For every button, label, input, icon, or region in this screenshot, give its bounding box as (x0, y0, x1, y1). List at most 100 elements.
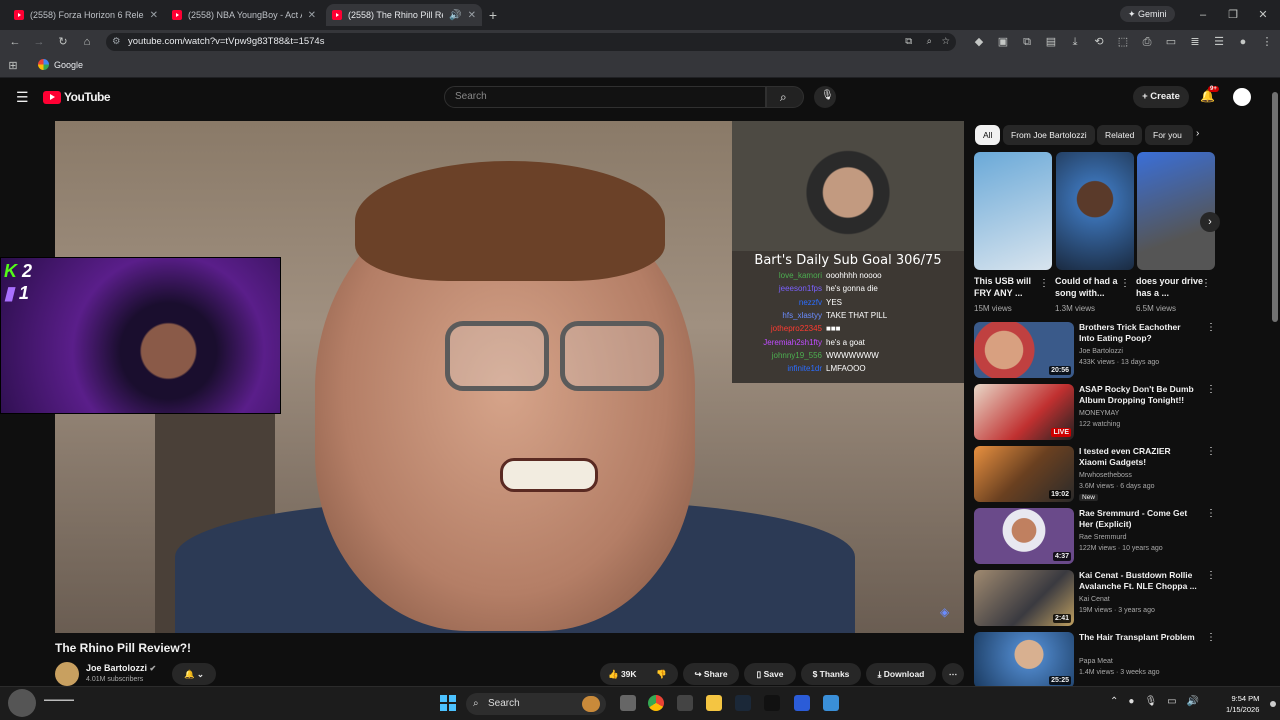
short-title[interactable]: Could of had a song with... (1055, 275, 1125, 299)
address-bar[interactable]: ⚙ youtube.com/watch?v=tVpw9g83T88&t=1574… (106, 33, 956, 51)
chip-from-channel[interactable]: From Joe Bartolozzi (1003, 125, 1095, 145)
short-thumbnail[interactable] (1056, 152, 1134, 270)
chevron-right-icon[interactable]: › (1196, 128, 1199, 139)
tab-search-icon[interactable]: ▤ (1042, 33, 1060, 51)
zoom-icon[interactable]: ⌕ (927, 33, 932, 51)
back-icon[interactable]: ← (6, 33, 24, 51)
close-icon[interactable]: ✕ (468, 10, 476, 21)
steam-icon[interactable] (735, 695, 751, 711)
rec-channel[interactable]: Mrwhosetheboss (1079, 470, 1199, 481)
more-vertical-icon[interactable]: ⋮ (1206, 384, 1216, 395)
browser-tab[interactable]: (2558) NBA YoungBoy - Act A D ✕ (166, 4, 322, 26)
microphone-icon[interactable]: 🎙 (1144, 696, 1157, 707)
print-icon[interactable]: ⎙ (1138, 33, 1156, 51)
chrome-icon[interactable] (648, 695, 664, 711)
browser-tab-active[interactable]: (2558) The Rhino Pill Review 🔊 ✕ (326, 4, 482, 26)
taskbar-search[interactable]: ⌕ Search (466, 693, 606, 715)
speaker-icon[interactable]: 🔊 (449, 10, 461, 21)
more-actions-button[interactable]: ⋯ (942, 663, 964, 685)
more-vertical-icon[interactable]: ⋮ (1206, 322, 1216, 333)
rec-thumbnail[interactable]: 20:56 (974, 322, 1074, 378)
close-icon[interactable]: ✕ (150, 10, 158, 21)
channel-avatar[interactable] (55, 662, 79, 686)
app-icon[interactable] (794, 695, 810, 711)
tray-app-icon[interactable]: ● (1128, 696, 1134, 707)
subscribed-bell-button[interactable]: 🔔 ⌄ (172, 663, 216, 685)
short-title[interactable]: does your drive has a ... (1136, 275, 1206, 299)
rec-channel[interactable]: Papa Meat (1079, 656, 1199, 667)
extension-icon[interactable]: ▣ (994, 33, 1012, 51)
reload-icon[interactable]: ↻ (54, 33, 72, 51)
rec-channel[interactable]: Rae Sremmurd (1079, 532, 1199, 543)
task-view-icon[interactable] (620, 695, 636, 711)
site-info-icon[interactable]: ⚙ (112, 33, 121, 51)
dislike-icon[interactable]: 👎 (656, 663, 667, 685)
window-close-icon[interactable]: ✕ (1254, 6, 1272, 24)
gemini-button[interactable]: ✦ Gemini (1120, 6, 1175, 22)
save-button[interactable]: ▯ Save (744, 663, 796, 685)
hamburger-menu-icon[interactable]: ☰ (16, 89, 29, 106)
search-button[interactable]: ⌕ (766, 86, 804, 108)
profile-avatar-icon[interactable]: ● (1234, 33, 1252, 51)
home-icon[interactable]: ⌂ (78, 33, 96, 51)
chip-related[interactable]: Related (1097, 125, 1143, 145)
chip-all[interactable]: All (975, 125, 1001, 145)
rec-title[interactable]: Kai Cenat - Bustdown Rollie Avalanche Ft… (1079, 570, 1197, 592)
apps-grid-icon[interactable]: ⊞ (4, 57, 22, 75)
search-input[interactable]: Search (444, 86, 766, 108)
rec-thumbnail[interactable]: 2:41 (974, 570, 1074, 626)
voice-search-button[interactable]: 🎙 (814, 86, 836, 108)
rec-thumbnail[interactable]: LIVE (974, 384, 1074, 440)
thanks-button[interactable]: $ Thanks (801, 663, 861, 685)
rec-title[interactable]: I tested even CRAZIER Xiaomi Gadgets! (1079, 446, 1197, 468)
account-avatar[interactable] (1233, 88, 1251, 106)
file-explorer-icon[interactable] (706, 695, 722, 711)
rec-title[interactable]: Brothers Trick Eachother Into Eating Poo… (1079, 322, 1197, 344)
rec-channel[interactable]: Kai Cenat (1079, 594, 1199, 605)
extensions-puzzle-icon[interactable]: ⧉ (1018, 33, 1036, 51)
widgets-icon[interactable] (8, 689, 36, 717)
more-vertical-icon[interactable]: ⋮ (1206, 446, 1216, 457)
rec-thumbnail[interactable]: 4:37 (974, 508, 1074, 564)
more-vertical-icon[interactable]: ⋮ (1206, 508, 1216, 519)
minimize-icon[interactable]: – (1194, 6, 1212, 24)
more-vertical-icon[interactable]: ⋮ (1201, 278, 1211, 289)
rec-title[interactable]: ASAP Rocky Don't Be Dumb Album Dropping … (1079, 384, 1197, 406)
short-thumbnail[interactable] (1137, 152, 1215, 270)
maximize-icon[interactable]: ❐ (1224, 6, 1242, 24)
share-button[interactable]: ↪ Share (683, 663, 739, 685)
close-icon[interactable]: ✕ (308, 10, 316, 21)
more-vertical-icon[interactable]: ⋮ (1120, 278, 1130, 289)
system-clock[interactable]: 9:54 PM 1/15/2026 (1226, 693, 1259, 715)
rec-channel[interactable]: MONEYMAY (1079, 408, 1199, 419)
extension-icon[interactable]: ◆ (970, 33, 988, 51)
layers-icon[interactable]: ≣ (1186, 33, 1204, 51)
rec-title[interactable]: Rae Sremmurd - Come Get Her (Explicit) (1079, 508, 1197, 530)
windows-start-icon[interactable] (440, 695, 456, 711)
more-vertical-icon[interactable]: ⋮ (1039, 278, 1049, 289)
chevron-up-icon[interactable]: ⌃ (1110, 696, 1118, 707)
channel-name-link[interactable]: Joe Bartolozzi ✔ (86, 663, 156, 673)
menu-dots-icon[interactable]: ⋮ (1258, 33, 1276, 51)
more-vertical-icon[interactable]: ⋮ (1206, 632, 1216, 643)
youtube-logo[interactable]: YouTube (43, 90, 111, 104)
bookmark-google[interactable]: Google (38, 59, 83, 70)
page-scrollbar[interactable] (1272, 92, 1278, 322)
new-tab-button[interactable]: + (484, 6, 502, 24)
short-thumbnail[interactable] (974, 152, 1052, 270)
browser-tab[interactable]: (2558) Forza Horizon 6 Release ✕ (8, 4, 164, 26)
download-button[interactable]: ⤓ Download (866, 663, 936, 685)
reading-list-icon[interactable]: ☰ (1210, 33, 1228, 51)
downloads-icon[interactable]: ⤓ (1066, 33, 1084, 51)
shorts-next-button[interactable]: › (1200, 212, 1220, 232)
rec-thumbnail[interactable]: 19:02 (974, 446, 1074, 502)
chip-for-you[interactable]: For you (1145, 125, 1193, 145)
volume-icon[interactable]: 🔊 (1187, 696, 1199, 707)
network-icon[interactable]: ▭ (1167, 696, 1176, 707)
notification-dot-icon[interactable] (1270, 701, 1276, 707)
bookmark-star-icon[interactable]: ☆ (941, 33, 950, 51)
cast-icon[interactable]: ▭ (1162, 33, 1180, 51)
notepad-icon[interactable] (823, 695, 839, 711)
history-icon[interactable]: ⟲ (1090, 33, 1108, 51)
install-icon[interactable]: ⧉ (905, 33, 912, 51)
